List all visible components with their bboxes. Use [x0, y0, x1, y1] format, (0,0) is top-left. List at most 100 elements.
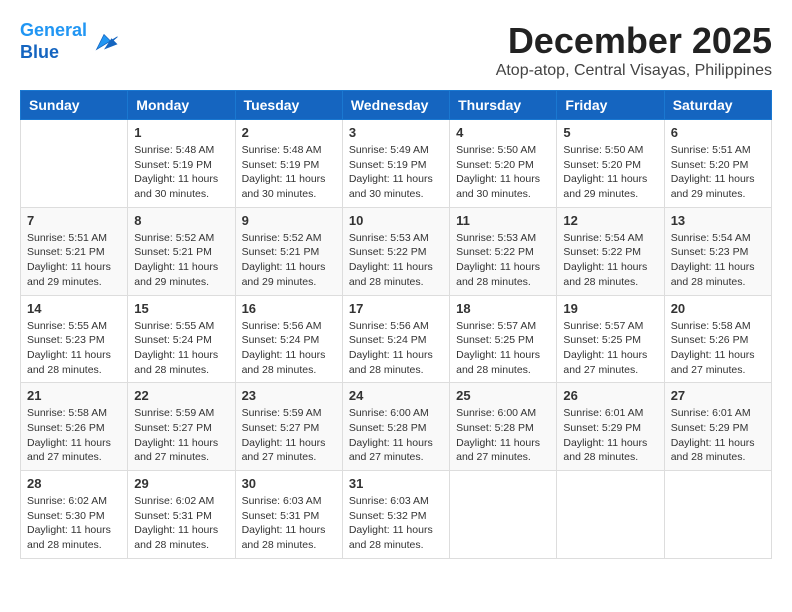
day-info: Sunrise: 5:49 AM Sunset: 5:19 PM Dayligh… [349, 143, 443, 202]
day-number: 26 [563, 388, 657, 403]
day-number: 16 [242, 301, 336, 316]
day-number: 11 [456, 213, 550, 228]
day-number: 8 [134, 213, 228, 228]
calendar-cell: 16 Sunrise: 5:56 AM Sunset: 5:24 PM Dayli… [235, 295, 342, 383]
calendar-cell: 2 Sunrise: 5:48 AM Sunset: 5:19 PM Daylig… [235, 120, 342, 208]
day-info: Sunrise: 5:56 AM Sunset: 5:24 PM Dayligh… [349, 319, 443, 378]
calendar-cell: 8 Sunrise: 5:52 AM Sunset: 5:21 PM Daylig… [128, 207, 235, 295]
calendar-cell: 18 Sunrise: 5:57 AM Sunset: 5:25 PM Dayli… [450, 295, 557, 383]
calendar-week-row: 21 Sunrise: 5:58 AM Sunset: 5:26 PM Dayli… [21, 383, 772, 471]
day-info: Sunrise: 5:51 AM Sunset: 5:20 PM Dayligh… [671, 143, 765, 202]
day-number: 6 [671, 125, 765, 140]
calendar-cell: 27 Sunrise: 6:01 AM Sunset: 5:29 PM Dayli… [664, 383, 771, 471]
day-info: Sunrise: 5:50 AM Sunset: 5:20 PM Dayligh… [563, 143, 657, 202]
calendar-cell: 30Sunrise: 6:03 AM Sunset: 5:31 PM Dayli… [235, 471, 342, 559]
day-info: Sunrise: 5:48 AM Sunset: 5:19 PM Dayligh… [242, 143, 336, 202]
calendar-cell: 1 Sunrise: 5:48 AM Sunset: 5:19 PM Daylig… [128, 120, 235, 208]
column-header-tuesday: Tuesday [235, 91, 342, 120]
day-info: Sunrise: 5:55 AM Sunset: 5:24 PM Dayligh… [134, 319, 228, 378]
day-info: Sunrise: 5:53 AM Sunset: 5:22 PM Dayligh… [456, 231, 550, 290]
calendar-cell: 29 Sunrise: 6:02 AM Sunset: 5:31 PM Dayli… [128, 471, 235, 559]
page-header: General Blue December 2025 Atop-atop, Ce… [20, 20, 772, 80]
day-info: Sunrise: 6:03 AM Sunset: 5:31 PM Dayligh… [242, 494, 336, 553]
day-info: Sunrise: 6:01 AM Sunset: 5:29 PM Dayligh… [671, 406, 765, 465]
day-number: 21 [27, 388, 121, 403]
calendar-cell: 17 Sunrise: 5:56 AM Sunset: 5:24 PM Dayli… [342, 295, 449, 383]
calendar-cell: 11 Sunrise: 5:53 AM Sunset: 5:22 PM Dayli… [450, 207, 557, 295]
day-info: Sunrise: 6:01 AM Sunset: 5:29 PM Dayligh… [563, 406, 657, 465]
day-info: Sunrise: 5:53 AM Sunset: 5:22 PM Dayligh… [349, 231, 443, 290]
day-number: 5 [563, 125, 657, 140]
day-info: Sunrise: 5:57 AM Sunset: 5:25 PM Dayligh… [563, 319, 657, 378]
day-number: 23 [242, 388, 336, 403]
day-info: Sunrise: 5:57 AM Sunset: 5:25 PM Dayligh… [456, 319, 550, 378]
calendar-cell: 13Sunrise: 5:54 AM Sunset: 5:23 PM Dayli… [664, 207, 771, 295]
day-info: Sunrise: 5:59 AM Sunset: 5:27 PM Dayligh… [134, 406, 228, 465]
day-info: Sunrise: 6:02 AM Sunset: 5:31 PM Dayligh… [134, 494, 228, 553]
column-header-saturday: Saturday [664, 91, 771, 120]
day-info: Sunrise: 5:50 AM Sunset: 5:20 PM Dayligh… [456, 143, 550, 202]
calendar-week-row: 28 Sunrise: 6:02 AM Sunset: 5:30 PM Dayli… [21, 471, 772, 559]
day-number: 17 [349, 301, 443, 316]
calendar-cell: 19 Sunrise: 5:57 AM Sunset: 5:25 PM Dayli… [557, 295, 664, 383]
day-info: Sunrise: 6:00 AM Sunset: 5:28 PM Dayligh… [456, 406, 550, 465]
day-info: Sunrise: 5:48 AM Sunset: 5:19 PM Dayligh… [134, 143, 228, 202]
calendar-cell: 26 Sunrise: 6:01 AM Sunset: 5:29 PM Dayli… [557, 383, 664, 471]
calendar-cell: 4 Sunrise: 5:50 AM Sunset: 5:20 PM Daylig… [450, 120, 557, 208]
calendar-cell [557, 471, 664, 559]
calendar-cell: 14Sunrise: 5:55 AM Sunset: 5:23 PM Dayli… [21, 295, 128, 383]
day-info: Sunrise: 6:02 AM Sunset: 5:30 PM Dayligh… [27, 494, 121, 553]
day-number: 24 [349, 388, 443, 403]
day-number: 12 [563, 213, 657, 228]
column-header-friday: Friday [557, 91, 664, 120]
logo-text: General Blue [20, 20, 87, 63]
day-info: Sunrise: 5:59 AM Sunset: 5:27 PM Dayligh… [242, 406, 336, 465]
logo-icon [89, 27, 119, 57]
location-title: Atop-atop, Central Visayas, Philippines [496, 62, 772, 80]
day-number: 19 [563, 301, 657, 316]
calendar-cell [664, 471, 771, 559]
month-title: December 2025 [496, 20, 772, 62]
day-number: 27 [671, 388, 765, 403]
calendar-cell: 6 Sunrise: 5:51 AM Sunset: 5:20 PM Daylig… [664, 120, 771, 208]
day-number: 28 [27, 476, 121, 491]
calendar-cell: 31 Sunrise: 6:03 AM Sunset: 5:32 PM Dayli… [342, 471, 449, 559]
day-info: Sunrise: 5:58 AM Sunset: 5:26 PM Dayligh… [671, 319, 765, 378]
day-number: 1 [134, 125, 228, 140]
title-section: December 2025 Atop-atop, Central Visayas… [496, 20, 772, 80]
day-number: 2 [242, 125, 336, 140]
day-number: 7 [27, 213, 121, 228]
calendar-cell: 3 Sunrise: 5:49 AM Sunset: 5:19 PM Daylig… [342, 120, 449, 208]
day-number: 10 [349, 213, 443, 228]
calendar-table: SundayMondayTuesdayWednesdayThursdayFrid… [20, 90, 772, 559]
calendar-week-row: 7 Sunrise: 5:51 AM Sunset: 5:21 PM Daylig… [21, 207, 772, 295]
day-info: Sunrise: 5:51 AM Sunset: 5:21 PM Dayligh… [27, 231, 121, 290]
day-number: 29 [134, 476, 228, 491]
day-number: 18 [456, 301, 550, 316]
day-info: Sunrise: 5:56 AM Sunset: 5:24 PM Dayligh… [242, 319, 336, 378]
day-number: 3 [349, 125, 443, 140]
calendar-cell: 10 Sunrise: 5:53 AM Sunset: 5:22 PM Dayli… [342, 207, 449, 295]
day-number: 4 [456, 125, 550, 140]
calendar-cell: 22 Sunrise: 5:59 AM Sunset: 5:27 PM Dayli… [128, 383, 235, 471]
calendar-header-row: SundayMondayTuesdayWednesdayThursdayFrid… [21, 91, 772, 120]
calendar-cell: 24Sunrise: 6:00 AM Sunset: 5:28 PM Dayli… [342, 383, 449, 471]
calendar-cell: 12Sunrise: 5:54 AM Sunset: 5:22 PM Dayli… [557, 207, 664, 295]
day-number: 31 [349, 476, 443, 491]
day-info: Sunrise: 5:58 AM Sunset: 5:26 PM Dayligh… [27, 406, 121, 465]
day-number: 9 [242, 213, 336, 228]
calendar-cell [450, 471, 557, 559]
calendar-week-row: 14Sunrise: 5:55 AM Sunset: 5:23 PM Dayli… [21, 295, 772, 383]
day-number: 20 [671, 301, 765, 316]
calendar-cell: 21 Sunrise: 5:58 AM Sunset: 5:26 PM Dayli… [21, 383, 128, 471]
logo: General Blue [20, 20, 119, 63]
column-header-sunday: Sunday [21, 91, 128, 120]
day-number: 22 [134, 388, 228, 403]
column-header-thursday: Thursday [450, 91, 557, 120]
day-info: Sunrise: 5:52 AM Sunset: 5:21 PM Dayligh… [134, 231, 228, 290]
calendar-cell: 23 Sunrise: 5:59 AM Sunset: 5:27 PM Dayli… [235, 383, 342, 471]
day-info: Sunrise: 6:03 AM Sunset: 5:32 PM Dayligh… [349, 494, 443, 553]
calendar-cell: 25Sunrise: 6:00 AM Sunset: 5:28 PM Dayli… [450, 383, 557, 471]
calendar-cell: 15Sunrise: 5:55 AM Sunset: 5:24 PM Dayli… [128, 295, 235, 383]
column-header-wednesday: Wednesday [342, 91, 449, 120]
